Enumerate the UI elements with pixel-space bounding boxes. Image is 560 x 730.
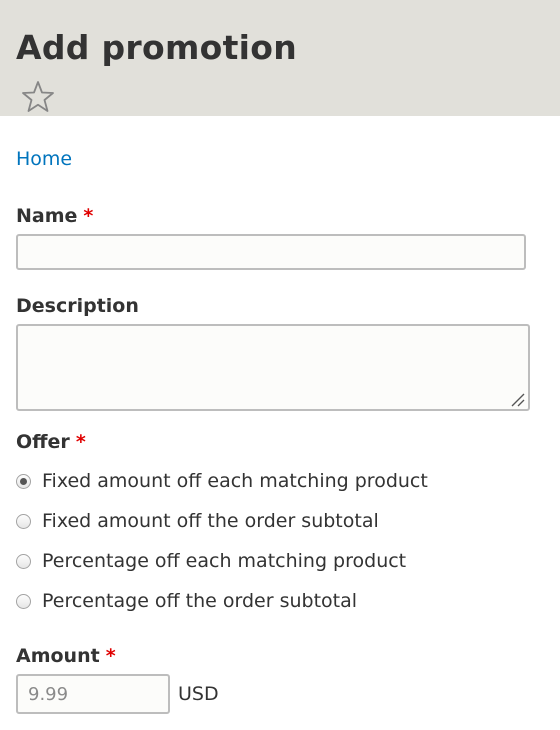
offer-option-percentage-product[interactable]: Percentage off each matching product [16,547,406,575]
offer-label-text: Offer [16,431,70,453]
offer-option-label: Percentage off the order subtotal [42,590,358,612]
offer-option-fixed-subtotal[interactable]: Fixed amount off the order subtotal [16,507,379,535]
amount-required-marker: * [105,645,116,667]
offer-option-label: Fixed amount off each matching product [42,470,428,492]
description-textarea[interactable] [16,324,530,411]
name-label-text: Name [16,205,78,227]
offer-option-label: Percentage off each matching product [42,550,407,572]
breadcrumb-home-link[interactable]: Home [16,146,72,172]
amount-label-text: Amount [16,645,100,667]
description-label: Description [16,295,139,317]
radio-button[interactable] [16,593,31,609]
radio-button-checked[interactable] [16,473,31,489]
offer-option-fixed-product[interactable]: Fixed amount off each matching product [16,467,428,495]
amount-label: Amount * [16,643,116,669]
textarea-resize-handle-icon[interactable] [510,392,525,407]
page-title: Add promotion [16,28,298,67]
name-required-marker: * [83,205,94,227]
name-input[interactable] [16,234,526,270]
radio-button[interactable] [16,553,31,569]
offer-label: Offer * [16,429,86,455]
amount-input[interactable] [16,674,170,714]
offer-required-marker: * [75,431,86,453]
star-outline-icon[interactable] [20,79,56,115]
name-label: Name * [16,203,93,229]
page-header: Add promotion [0,0,560,116]
radio-button[interactable] [16,513,31,529]
offer-option-label: Fixed amount off the order subtotal [42,510,379,532]
offer-option-percentage-subtotal[interactable]: Percentage off the order subtotal [16,587,357,615]
currency-code: USD [178,683,219,705]
